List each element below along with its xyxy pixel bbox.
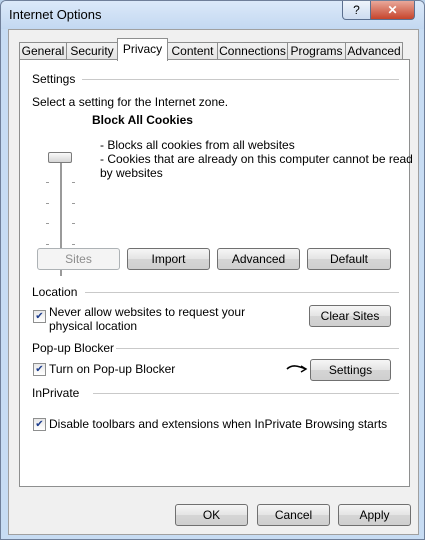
cancel-button[interactable]: Cancel — [257, 504, 330, 526]
slider-tick — [72, 244, 75, 245]
zone-text: Select a setting for the Internet zone. — [32, 95, 229, 109]
settings-group-label: Settings — [32, 72, 76, 86]
tab-connections[interactable]: Connections — [217, 42, 288, 60]
arrow-annotation-icon — [286, 365, 308, 373]
dialog-client-area: General Security Privacy Content Connect… — [8, 29, 419, 535]
tab-advanced[interactable]: Advanced — [345, 42, 403, 60]
tab-general[interactable]: General — [19, 42, 67, 60]
slider-tick — [46, 203, 49, 204]
slider-tick — [46, 182, 49, 183]
privacy-desc-line: by websites — [100, 166, 163, 180]
popup-blocker-label: Turn on Pop-up Blocker — [49, 362, 176, 376]
never-allow-location-checkbox[interactable]: ✔ — [33, 310, 46, 323]
close-button[interactable]: ✕ — [370, 1, 415, 20]
disable-toolbars-label: Disable toolbars and extensions when InP… — [49, 417, 388, 431]
location-group-label: Location — [32, 285, 78, 299]
location-divider — [85, 292, 399, 293]
settings-divider — [82, 79, 399, 80]
ok-button[interactable]: OK — [175, 504, 248, 526]
tab-content[interactable]: Content — [167, 42, 218, 60]
disable-toolbars-checkbox[interactable]: ✔ — [33, 418, 46, 431]
advanced-button[interactable]: Advanced — [217, 248, 300, 270]
privacy-desc-line: - Cookies that are already on this compu… — [100, 152, 413, 166]
import-button[interactable]: Import — [127, 248, 210, 270]
apply-button[interactable]: Apply — [338, 504, 411, 526]
tab-programs[interactable]: Programs — [287, 42, 346, 60]
internet-options-window: Internet Options ? ✕ General Security Pr… — [0, 0, 425, 540]
slider-tick — [46, 244, 49, 245]
never-allow-location-label: Never allow websites to request your — [49, 305, 246, 319]
clear-sites-button[interactable]: Clear Sites — [309, 305, 391, 327]
sites-button[interactable]: Sites — [37, 248, 120, 270]
popup-group-label: Pop-up Blocker — [32, 341, 115, 355]
title-bar: Internet Options ? ✕ — [1, 1, 424, 29]
slider-thumb[interactable] — [48, 152, 72, 163]
slider-tick — [72, 203, 75, 204]
help-button[interactable]: ? — [342, 1, 371, 20]
popup-settings-button[interactable]: Settings — [310, 359, 391, 381]
inprivate-divider — [93, 393, 399, 394]
never-allow-location-label: physical location — [49, 319, 138, 333]
popup-divider — [116, 348, 399, 349]
privacy-panel: Settings Select a setting for the Intern… — [19, 59, 413, 487]
inprivate-group-label: InPrivate — [32, 386, 80, 400]
slider-tick — [46, 223, 49, 224]
default-button[interactable]: Default — [307, 248, 391, 270]
slider-tick — [72, 223, 75, 224]
privacy-desc-line: - Blocks all cookies from all websites — [100, 138, 295, 152]
privacy-level-title: Block All Cookies — [92, 113, 193, 127]
tab-privacy[interactable]: Privacy — [117, 38, 168, 61]
popup-blocker-checkbox[interactable]: ✔ — [33, 363, 46, 376]
tab-security[interactable]: Security — [66, 42, 118, 60]
slider-tick — [72, 182, 75, 183]
window-title: Internet Options — [9, 7, 102, 22]
